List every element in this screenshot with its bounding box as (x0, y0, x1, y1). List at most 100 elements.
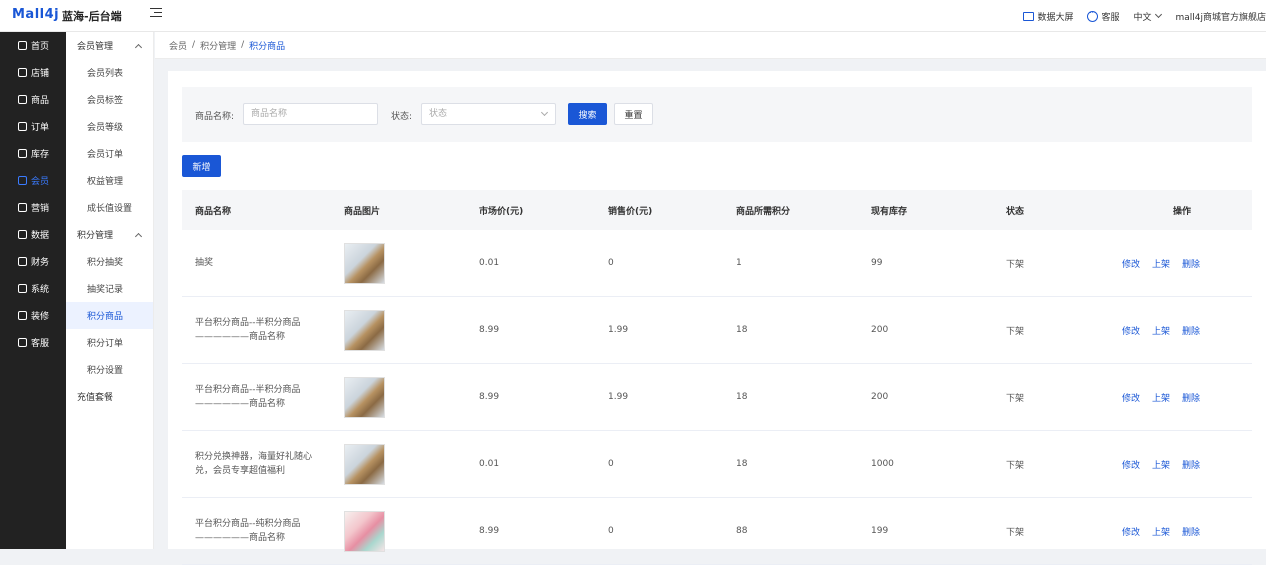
product-name: 平台积分商品--纯积分商品——————商品名称 (195, 519, 301, 543)
stock: 1000 (871, 459, 894, 469)
decorate-icon (18, 311, 27, 320)
sidebar-item-label: 数据 (31, 231, 50, 241)
sale-price: 1.99 (608, 325, 629, 335)
table-row: 抽奖 0.01 0 1 99 下架 修改 上架 删除 (182, 230, 1252, 297)
header-image: 商品图片 (344, 206, 381, 217)
shop-label: mall4j商城官方旗舰店 (1175, 12, 1266, 23)
reset-button[interactable]: 重置 (614, 103, 653, 125)
sidebar-item-stock[interactable]: 库存 (0, 140, 66, 167)
sidebar-item-marketing[interactable]: 营销 (0, 194, 66, 221)
edit-link[interactable]: 修改 (1122, 458, 1140, 471)
finance-icon (18, 257, 27, 266)
sidebar-item-decorate[interactable]: 装修 (0, 302, 66, 329)
publish-link[interactable]: 上架 (1152, 458, 1170, 471)
sidebar-item[interactable]: 积分订单 (66, 329, 153, 356)
language-select[interactable]: 中文 (1133, 10, 1163, 23)
sidebar-item[interactable]: 会员订单 (66, 140, 153, 167)
header-status: 状态 (1006, 206, 1025, 217)
product-icon (18, 95, 27, 104)
delete-link[interactable]: 删除 (1182, 391, 1200, 404)
sale-price: 0 (608, 526, 614, 536)
sidebar-item[interactable]: 会员列表 (66, 59, 153, 86)
publish-link[interactable]: 上架 (1152, 525, 1170, 538)
add-button[interactable]: 新增 (182, 155, 221, 177)
breadcrumb-item[interactable]: 会员 (169, 39, 187, 52)
order-icon (18, 122, 27, 131)
product-table: 商品名称 商品图片 市场价(元) 销售价(元) 商品所需积分 现有库存 状态 操… (182, 190, 1252, 565)
edit-link[interactable]: 修改 (1122, 525, 1140, 538)
language-label: 中文 (1133, 12, 1152, 23)
status: 下架 (1006, 326, 1025, 337)
market-price: 8.99 (479, 526, 500, 536)
primary-sidebar: 首页 店铺商品订单 库存会员营销数据财务系统装修 客服 (0, 32, 66, 549)
publish-link[interactable]: 上架 (1152, 391, 1170, 404)
sidebar-item-system[interactable]: 系统 (0, 275, 66, 302)
delete-link[interactable]: 删除 (1182, 525, 1200, 538)
system-icon (18, 284, 27, 293)
sidebar-item-data[interactable]: 数据 (0, 221, 66, 248)
stock: 200 (871, 392, 889, 402)
edit-link[interactable]: 修改 (1122, 324, 1140, 337)
product-image[interactable] (344, 443, 385, 485)
market-price: 8.99 (479, 325, 500, 335)
data-screen-link[interactable]: 数据大屏 (1023, 10, 1073, 23)
sidebar-item-label: 充值套餐 (77, 393, 114, 403)
filter-bar: 商品名称: 商品名称 状态: 状态 搜索 重置 (182, 87, 1252, 142)
header-sale-price: 销售价(元) (608, 206, 653, 217)
sidebar-item[interactable]: 积分抽奖 (66, 248, 153, 275)
sidebar-item[interactable]: 成长值设置 (66, 194, 153, 221)
stock: 200 (871, 325, 889, 335)
search-button[interactable]: 搜索 (568, 103, 607, 125)
sidebar-item[interactable]: 会员标签 (66, 86, 153, 113)
service-link[interactable]: 客服 (1087, 9, 1119, 23)
marketing-icon (18, 203, 27, 212)
sidebar-item-finance[interactable]: 财务 (0, 248, 66, 275)
sidebar-item-home[interactable]: 首页 (0, 32, 66, 59)
product-image[interactable] (344, 376, 385, 418)
edit-link[interactable]: 修改 (1122, 391, 1140, 404)
status-select[interactable]: 状态 (421, 103, 556, 125)
group-member-management[interactable]: 会员管理 (66, 32, 153, 59)
delete-link[interactable]: 删除 (1182, 257, 1200, 270)
sidebar-item-label: 商品 (31, 96, 50, 106)
chat-icon (1087, 9, 1099, 22)
shop-name[interactable]: mall4j商城官方旗舰店 (1175, 10, 1266, 23)
stock-icon (18, 149, 27, 158)
name-input[interactable]: 商品名称 (243, 103, 378, 125)
breadcrumb-current: 积分商品 (249, 41, 286, 52)
edit-link[interactable]: 修改 (1122, 257, 1140, 270)
delete-link[interactable]: 删除 (1182, 324, 1200, 337)
data-screen-label: 数据大屏 (1037, 12, 1074, 23)
chevron-up-icon (134, 43, 143, 51)
sidebar-item[interactable]: 权益管理 (66, 167, 153, 194)
menu-toggle-icon[interactable] (150, 8, 162, 19)
publish-link[interactable]: 上架 (1152, 257, 1170, 270)
product-image[interactable] (344, 309, 385, 351)
sidebar-item-recharge[interactable]: 充值套餐 (66, 383, 153, 410)
sidebar-item-order[interactable]: 订单 (0, 113, 66, 140)
sidebar-item-shop[interactable]: 店铺 (0, 59, 66, 86)
sidebar-item[interactable]: 积分商品 (66, 302, 153, 329)
sidebar-item[interactable]: 会员等级 (66, 113, 153, 140)
sidebar-item[interactable]: 抽奖记录 (66, 275, 153, 302)
sidebar-item-product[interactable]: 商品 (0, 86, 66, 113)
sidebar-item[interactable]: 积分设置 (66, 356, 153, 383)
breadcrumb-item[interactable]: 积分管理 (200, 39, 236, 52)
header-name: 商品名称 (195, 206, 232, 217)
service-icon (18, 338, 27, 347)
points: 1 (736, 258, 742, 268)
sidebar-item-label: 财务 (31, 258, 50, 268)
sidebar-item-label: 会员 (31, 177, 50, 187)
group-points-management[interactable]: 积分管理 (66, 221, 153, 248)
secondary-sidebar: 会员管理 会员列表 会员标签 会员等级 会员订单 权益管理 成长值设置 积分管理 积分抽奖… (66, 32, 154, 549)
points: 18 (736, 459, 748, 469)
delete-link[interactable]: 删除 (1182, 458, 1200, 471)
sidebar-item-service[interactable]: 客服 (0, 329, 66, 356)
sidebar-item-member[interactable]: 会员 (0, 167, 66, 194)
product-image[interactable] (344, 242, 385, 284)
logo: Mall4j (12, 7, 60, 22)
sidebar-item-label: 系统 (31, 285, 50, 295)
publish-link[interactable]: 上架 (1152, 324, 1170, 337)
product-image[interactable] (344, 510, 385, 552)
market-price: 0.01 (479, 459, 500, 469)
